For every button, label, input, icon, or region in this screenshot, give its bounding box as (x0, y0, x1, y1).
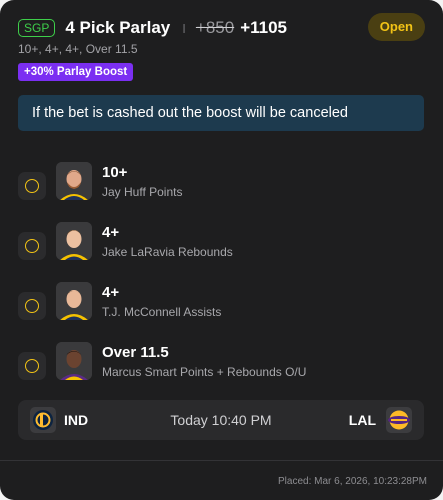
leg-item: 10+ Jay Huff Points (18, 162, 425, 222)
leg-item: 4+ Jake LaRavia Rebounds (18, 222, 425, 282)
pending-circle-icon (25, 239, 39, 253)
pending-circle-icon (25, 179, 39, 193)
player-avatar (56, 342, 92, 380)
bet-card[interactable]: SGP 4 Pick Parlay I +850 +1105 Open 10+,… (0, 0, 443, 500)
leg-item: 4+ T.J. McConnell Assists (18, 282, 425, 342)
leg-market: T.J. McConnell Assists (102, 305, 222, 319)
leg-market: Jay Huff Points (102, 185, 183, 199)
leg-line: Over 11.5 (102, 344, 169, 361)
leg-status-radio (18, 232, 46, 260)
player-avatar (56, 162, 92, 200)
placed-timestamp: Placed: Mar 6, 2026, 10:23:28PM (278, 476, 427, 487)
player-avatar (56, 222, 92, 260)
leg-status-radio (18, 172, 46, 200)
title-separator: I (182, 20, 186, 36)
footer-divider (0, 460, 443, 461)
leg-line: 10+ (102, 164, 128, 181)
bet-header: SGP 4 Pick Parlay I +850 +1105 Open 10+,… (18, 13, 427, 56)
original-odds: +850 (195, 18, 235, 37)
cashout-notice: If the bet is cashed out the boost will … (18, 95, 424, 131)
leg-status-radio (18, 352, 46, 380)
status-badge: Open (367, 13, 425, 41)
leg-market: Marcus Smart Points + Rebounds O/U (102, 365, 307, 379)
leg-line: 4+ (102, 284, 120, 301)
leg-status-radio (18, 292, 46, 320)
bet-title: 4 Pick Parlay (65, 18, 171, 37)
lakers-logo-icon (386, 407, 412, 433)
game-info-bar[interactable]: IND Today 10:40 PM LAL (18, 400, 424, 440)
parlay-boost-badge: +30% Parlay Boost (18, 63, 134, 81)
home-team-abbr: LAL (348, 412, 376, 428)
boosted-odds: +1105 (240, 18, 287, 37)
leg-line: 4+ (102, 224, 120, 241)
legs-summary: 10+, 4+, 4+, Over 11.5 (18, 42, 138, 56)
sgp-badge: SGP (18, 19, 56, 37)
player-avatar (56, 282, 92, 320)
pending-circle-icon (25, 359, 39, 373)
leg-item: Over 11.5 Marcus Smart Points + Rebounds… (18, 342, 425, 402)
leg-market: Jake LaRavia Rebounds (102, 245, 233, 259)
pending-circle-icon (25, 299, 39, 313)
